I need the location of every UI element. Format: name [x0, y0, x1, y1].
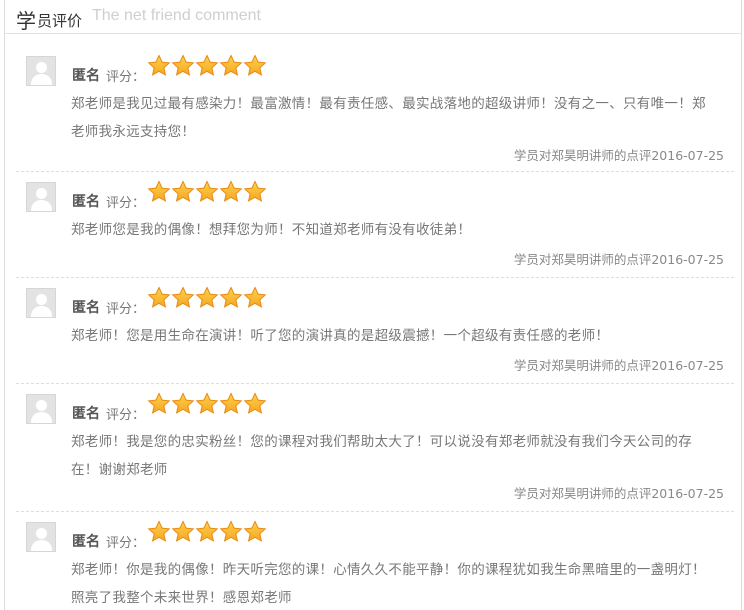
star-icon — [243, 392, 267, 420]
star-rating — [147, 180, 267, 204]
review-meta: 学员对郑昊明讲师的点评2016-07-25 — [513, 252, 724, 267]
reviewer-name: 匿名 — [72, 300, 100, 316]
review-text: 照亮了我整个未来世界！感恩郑老师 — [71, 590, 292, 606]
avatar — [26, 56, 56, 86]
score-label: 评分： — [106, 196, 146, 211]
star-icon — [243, 180, 267, 208]
star-icon — [243, 520, 267, 548]
star-icon — [195, 520, 219, 548]
star-rating — [147, 392, 267, 416]
star-icon — [243, 54, 267, 82]
avatar — [26, 182, 56, 212]
review-text: 郑老师！我是您的忠实粉丝！您的课程对我们帮助太大了！可以说没有郑老师就没有我们今… — [71, 434, 692, 450]
star-icon — [147, 180, 171, 208]
star-icon — [195, 286, 219, 314]
star-rating — [147, 54, 267, 78]
review-meta: 学员对郑昊明讲师的点评2016-07-25 — [513, 148, 724, 163]
star-icon — [219, 54, 243, 82]
review-meta: 学员对郑昊明讲师的点评2016-07-25 — [513, 358, 724, 373]
score-label: 评分： — [106, 536, 146, 551]
star-icon — [171, 392, 195, 420]
star-icon — [195, 180, 219, 208]
score-label: 评分： — [106, 70, 146, 85]
review-text: 郑老师！您是用生命在演讲！听了您的演讲真的是超级震撼！一个超级有责任感的老师！ — [71, 328, 610, 344]
avatar — [26, 522, 56, 552]
star-icon — [147, 520, 171, 548]
star-icon — [171, 54, 195, 82]
star-icon — [171, 520, 195, 548]
star-icon — [171, 286, 195, 314]
reviewer-name: 匿名 — [72, 68, 100, 84]
review-separator — [16, 171, 734, 172]
review-text: 在！谢谢郑老师 — [71, 462, 168, 478]
section-header: 学 员评价 The net friend comment — [4, 4, 742, 34]
star-icon — [219, 286, 243, 314]
star-icon — [219, 180, 243, 208]
review-meta: 学员对郑昊明讲师的点评2016-07-25 — [513, 486, 724, 501]
star-icon — [171, 180, 195, 208]
score-label: 评分： — [106, 408, 146, 423]
reviewer-name: 匿名 — [72, 194, 100, 210]
score-label: 评分： — [106, 302, 146, 317]
review-text: 郑老师！你是我的偶像！昨天听完您的课！心情久久不能平静！你的课程犹如我生命黑暗里… — [71, 562, 706, 578]
review-separator — [16, 511, 734, 512]
avatar — [26, 288, 56, 318]
star-rating — [147, 286, 267, 310]
star-rating — [147, 520, 267, 544]
review-separator — [16, 383, 734, 384]
review-text: 老师我永远支持您！ — [71, 124, 196, 140]
review-text: 郑老师是我见过最有感染力！最富激情！最有责任感、最实战落地的超级讲师！没有之一、… — [71, 96, 706, 112]
star-icon — [219, 392, 243, 420]
star-icon — [147, 392, 171, 420]
header-title-big: 学 — [16, 9, 36, 33]
header-subtitle: The net friend comment — [92, 7, 261, 24]
reviewer-name: 匿名 — [72, 406, 100, 422]
star-icon — [195, 54, 219, 82]
reviewer-name: 匿名 — [72, 534, 100, 550]
star-icon — [243, 286, 267, 314]
review-separator — [16, 277, 734, 278]
header-title-small: 员评价 — [37, 12, 83, 30]
star-icon — [147, 54, 171, 82]
star-icon — [195, 392, 219, 420]
star-icon — [219, 520, 243, 548]
review-text: 郑老师您是我的偶像！想拜您为师！不知道郑老师有没有收徒弟！ — [71, 222, 472, 238]
star-icon — [147, 286, 171, 314]
avatar — [26, 394, 56, 424]
